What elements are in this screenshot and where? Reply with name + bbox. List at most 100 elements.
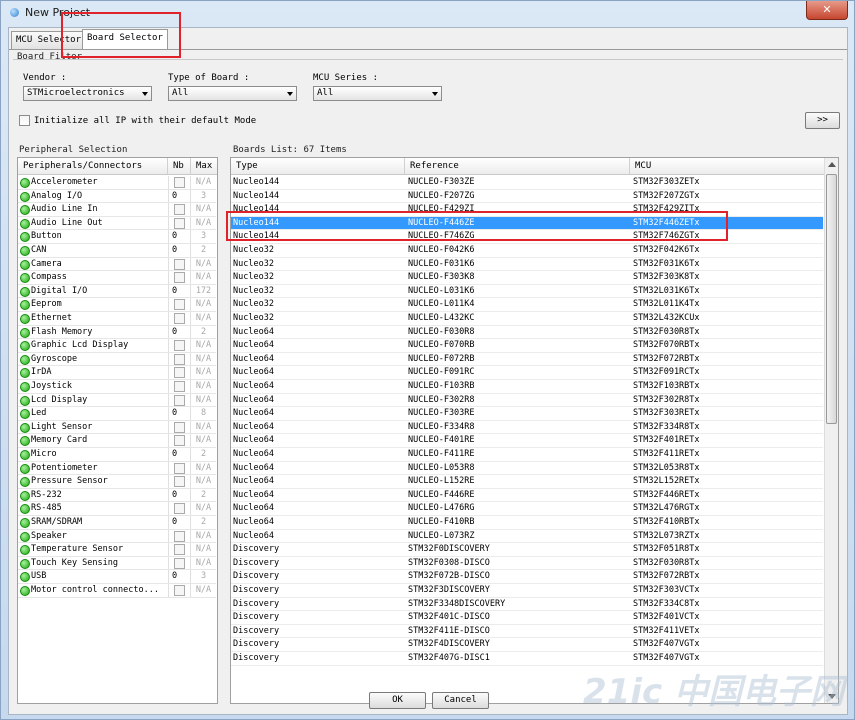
peripheral-row[interactable]: Digital I/O 0 172 xyxy=(18,284,216,299)
peripheral-nb-checkbox[interactable] xyxy=(174,394,185,406)
board-row[interactable]: Nucleo64 NUCLEO-F303RE STM32F303RETx xyxy=(231,407,823,421)
peripheral-row[interactable]: Motor control connecto... N/A xyxy=(18,584,216,598)
peripheral-nb[interactable]: 0 xyxy=(172,327,177,337)
peripheral-nb-cell[interactable] xyxy=(168,216,191,230)
peripheral-row[interactable]: Analog I/O 0 3 xyxy=(18,189,216,204)
board-row[interactable]: Nucleo64 NUCLEO-F411RE STM32F411RETx xyxy=(231,448,823,462)
board-row[interactable]: Discovery STM32F3DISCOVERY STM32F303VCTx xyxy=(231,584,823,598)
peripheral-row[interactable]: CAN 0 2 xyxy=(18,244,216,258)
peripheral-nb[interactable]: 0 xyxy=(172,517,177,527)
cancel-button[interactable]: Cancel xyxy=(432,692,489,709)
peripheral-nb-checkbox[interactable] xyxy=(174,353,185,365)
board-row[interactable]: Nucleo144 NUCLEO-F207ZG STM32F207ZGTx xyxy=(231,190,823,204)
init-all-ip-checkbox[interactable] xyxy=(19,115,30,126)
peripheral-nb-checkbox[interactable] xyxy=(174,462,185,474)
peripheral-row[interactable]: IrDA N/A xyxy=(18,366,216,380)
mcu-series-select[interactable]: All xyxy=(313,86,442,101)
peripheral-nb[interactable]: 0 xyxy=(172,408,177,418)
board-row[interactable]: Nucleo32 NUCLEO-F303K8 STM32F303K8Tx xyxy=(231,271,823,285)
peripheral-nb[interactable]: 0 xyxy=(172,490,177,500)
col-peripherals[interactable]: Peripherals/Connectors xyxy=(18,158,168,175)
board-row[interactable]: Nucleo32 NUCLEO-L031K6 STM32L031K6Tx xyxy=(231,285,823,299)
peripheral-row[interactable]: Pressure Sensor N/A xyxy=(18,475,216,489)
peripheral-row[interactable]: SRAM/SDRAM 0 2 xyxy=(18,516,216,530)
col-reference[interactable]: Reference xyxy=(405,158,630,175)
board-row[interactable]: Nucleo64 NUCLEO-F401RE STM32F401RETx xyxy=(231,434,823,448)
board-row[interactable]: Nucleo64 NUCLEO-F072RB STM32F072RBTx xyxy=(231,353,823,367)
close-button[interactable]: ✕ xyxy=(806,1,848,20)
peripheral-nb-cell[interactable]: 0 xyxy=(168,488,191,502)
board-row[interactable]: Nucleo64 NUCLEO-L476RG STM32L476RGTx xyxy=(231,502,823,516)
peripheral-row[interactable]: Ethernet N/A xyxy=(18,312,216,326)
peripheral-nb-cell[interactable] xyxy=(168,420,191,434)
peripheral-row[interactable]: Joystick N/A xyxy=(18,380,216,394)
peripheral-row[interactable]: Button 0 3 xyxy=(18,230,216,244)
peripheral-nb-cell[interactable] xyxy=(168,393,191,407)
peripheral-row[interactable]: Temperature Sensor N/A xyxy=(18,543,216,557)
peripheral-nb-checkbox[interactable] xyxy=(174,381,185,392)
col-type[interactable]: Type xyxy=(231,158,405,175)
peripheral-nb-cell[interactable]: 0 xyxy=(168,448,191,461)
peripheral-nb-cell[interactable] xyxy=(168,352,191,366)
board-row[interactable]: Nucleo64 NUCLEO-F302R8 STM32F302R8Tx xyxy=(231,394,823,408)
board-row[interactable]: Nucleo64 NUCLEO-F030R8 STM32F030R8Tx xyxy=(231,326,823,340)
peripheral-nb[interactable]: 0 xyxy=(172,231,177,241)
peripheral-nb-cell[interactable] xyxy=(168,203,191,216)
peripheral-nb-cell[interactable] xyxy=(168,271,191,284)
board-row[interactable]: Nucleo144 NUCLEO-F429ZI STM32F429ZITx xyxy=(231,203,823,217)
col-max[interactable]: Max xyxy=(191,158,217,175)
board-row[interactable]: Discovery STM32F072B-DISCO STM32F072RBTx xyxy=(231,570,823,584)
col-nb[interactable]: Nb xyxy=(168,158,191,175)
peripheral-row[interactable]: Compass N/A xyxy=(18,271,216,285)
peripheral-row[interactable]: USB 0 3 xyxy=(18,570,216,584)
board-row[interactable]: Nucleo144 NUCLEO-F303ZE STM32F303ZETx xyxy=(231,176,823,190)
peripheral-nb-checkbox[interactable] xyxy=(174,476,185,488)
peripheral-nb-checkbox[interactable] xyxy=(174,421,185,433)
peripheral-nb-cell[interactable] xyxy=(168,543,191,556)
peripheral-nb-checkbox[interactable] xyxy=(174,272,185,284)
board-row[interactable]: Nucleo32 NUCLEO-L011K4 STM32L011K4Tx xyxy=(231,298,823,312)
tab-board-selector[interactable]: Board Selector xyxy=(82,29,168,49)
peripheral-nb-checkbox[interactable] xyxy=(174,557,185,569)
tab-mcu-selector[interactable]: MCU Selector xyxy=(11,31,87,49)
peripheral-nb-checkbox[interactable] xyxy=(174,177,185,188)
peripheral-nb[interactable]: 0 xyxy=(172,286,177,296)
peripheral-nb-checkbox[interactable] xyxy=(174,204,185,216)
peripheral-nb[interactable]: 0 xyxy=(172,245,177,255)
board-row[interactable]: Discovery STM32F401C-DISCO STM32F401VCTx xyxy=(231,611,823,625)
peripheral-row[interactable]: Light Sensor N/A xyxy=(18,420,216,435)
board-row[interactable]: Nucleo144 NUCLEO-F446ZE STM32F446ZETx xyxy=(231,216,823,231)
board-row[interactable]: Nucleo32 NUCLEO-F031K6 STM32F031K6Tx xyxy=(231,258,823,272)
peripheral-nb-cell[interactable]: 0 xyxy=(168,230,191,243)
board-row[interactable]: Discovery STM32F4DISCOVERY STM32F407VGTx xyxy=(231,638,823,652)
peripheral-nb-cell[interactable] xyxy=(168,556,191,570)
peripheral-nb-cell[interactable]: 0 xyxy=(168,189,191,203)
peripheral-row[interactable]: RS-485 N/A xyxy=(18,502,216,516)
peripheral-row[interactable]: Camera N/A xyxy=(18,257,216,272)
peripheral-nb-checkbox[interactable] xyxy=(174,544,185,556)
scroll-up-icon[interactable] xyxy=(828,162,836,167)
peripheral-row[interactable]: Touch Key Sensing N/A xyxy=(18,556,216,571)
peripheral-row[interactable]: Flash Memory 0 2 xyxy=(18,325,216,340)
peripheral-row[interactable]: Potentiometer N/A xyxy=(18,461,216,476)
board-row[interactable]: Nucleo64 NUCLEO-F103RB STM32F103RBTx xyxy=(231,380,823,394)
peripheral-nb[interactable]: 0 xyxy=(172,449,177,459)
board-row[interactable]: Discovery STM32F0308-DISCO STM32F030R8Tx xyxy=(231,557,823,571)
peripheral-nb-cell[interactable] xyxy=(168,257,191,271)
peripheral-nb-checkbox[interactable] xyxy=(174,585,185,596)
board-row[interactable]: Discovery STM32F3348DISCOVERY STM32F334C8T… xyxy=(231,598,823,612)
peripheral-nb-cell[interactable]: 0 xyxy=(168,325,191,339)
peripheral-nb-checkbox[interactable] xyxy=(174,313,185,324)
peripheral-row[interactable]: Gyroscope N/A xyxy=(18,352,216,367)
peripheral-row[interactable]: Micro 0 2 xyxy=(18,448,216,462)
peripheral-nb-checkbox[interactable] xyxy=(174,503,185,515)
peripheral-nb-cell[interactable] xyxy=(168,339,191,352)
board-row[interactable]: Nucleo64 NUCLEO-L152RE STM32L152RETx xyxy=(231,475,823,489)
peripheral-nb-cell[interactable]: 0 xyxy=(168,516,191,529)
peripheral-nb-cell[interactable] xyxy=(168,502,191,515)
peripheral-nb[interactable]: 0 xyxy=(172,191,177,201)
peripheral-nb-checkbox[interactable] xyxy=(174,530,185,542)
peripheral-nb-cell[interactable] xyxy=(168,461,191,475)
peripheral-row[interactable]: Audio Line In N/A xyxy=(18,203,216,217)
scroll-thumb[interactable] xyxy=(826,174,837,424)
